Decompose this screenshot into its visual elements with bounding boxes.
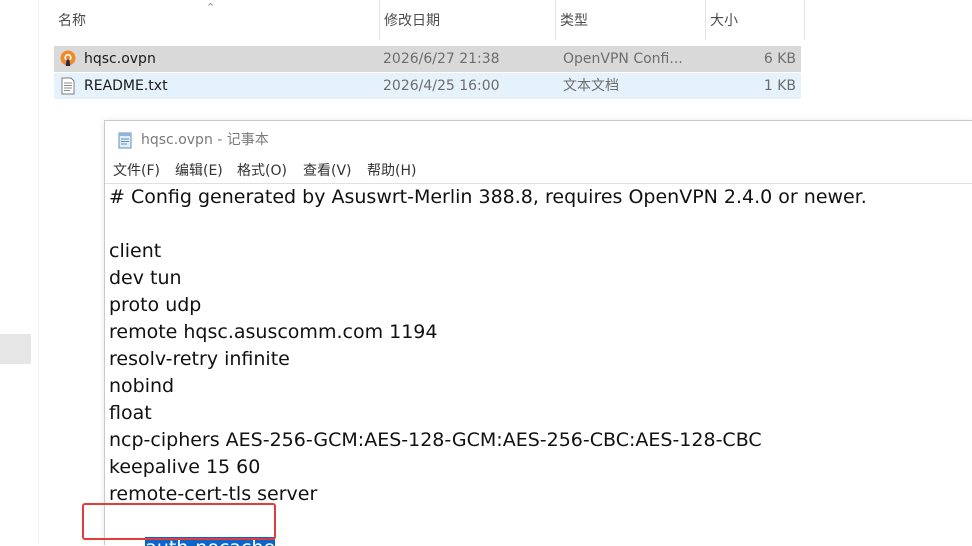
notepad-titlebar[interactable]: hqsc.ovpn - 记事本 xyxy=(105,121,972,159)
column-header-type[interactable]: 类型 xyxy=(555,0,705,40)
file-name: README.txt xyxy=(84,78,168,94)
notepad-title: hqsc.ovpn - 记事本 xyxy=(141,132,269,148)
text-line: ncp-ciphers AES-256-GCM:AES-128-GCM:AES-… xyxy=(109,429,762,451)
text-line: dev tun xyxy=(109,267,182,289)
menu-view[interactable]: 查看(V) xyxy=(301,159,354,183)
notepad-icon xyxy=(118,132,132,149)
text-line: nobind xyxy=(109,375,175,397)
menu-format[interactable]: 格式(O) xyxy=(235,159,289,183)
file-row-hqsc-ovpn[interactable]: hqsc.ovpn 2026/6/27 21:38 OpenVPN Confi.… xyxy=(54,46,801,72)
text-line: remote hqsc.asuscomm.com 1194 xyxy=(109,321,438,343)
sort-ascending-icon: ⌃ xyxy=(206,1,216,14)
notepad-text-area[interactable]: # Config generated by Asuswrt-Merlin 388… xyxy=(105,183,972,546)
openvpn-icon xyxy=(60,50,76,66)
navigation-scrollbar-thumb[interactable] xyxy=(0,334,31,364)
notepad-window[interactable]: hqsc.ovpn - 记事本 文件(F) 编辑(E) 格式(O) 查看(V) … xyxy=(104,120,972,546)
column-header-size-label: 大小 xyxy=(710,13,738,29)
text-file-icon xyxy=(61,77,75,95)
file-size: 1 KB xyxy=(763,78,796,94)
annotation-highlight-box xyxy=(82,503,276,540)
text-line: # Config generated by Asuswrt-Merlin 388… xyxy=(109,186,867,208)
file-modified: 2026/4/25 16:00 xyxy=(383,78,500,94)
menu-file[interactable]: 文件(F) xyxy=(111,159,162,183)
column-header-size[interactable]: 大小 xyxy=(705,0,805,40)
text-line: client xyxy=(109,240,162,262)
column-header-name[interactable]: 名称 xyxy=(54,0,379,40)
file-row-readme-txt[interactable]: README.txt 2026/4/25 16:00 文本文档 1 KB xyxy=(54,73,801,99)
menu-edit[interactable]: 编辑(E) xyxy=(173,159,225,183)
text-line: keepalive 15 60 xyxy=(109,456,261,478)
text-line: proto udp xyxy=(109,294,202,316)
column-header-row: 名称 ⌃ 修改日期 类型 大小 xyxy=(54,0,806,40)
text-line: float xyxy=(109,402,152,424)
notepad-menubar: 文件(F) 编辑(E) 格式(O) 查看(V) 帮助(H) xyxy=(105,159,972,183)
column-header-modified-label: 修改日期 xyxy=(384,13,440,29)
file-modified: 2026/6/27 21:38 xyxy=(383,51,500,67)
menu-help[interactable]: 帮助(H) xyxy=(365,159,418,183)
file-type: OpenVPN Confi... xyxy=(563,51,683,67)
file-name: hqsc.ovpn xyxy=(84,51,156,67)
navigation-pane-edge xyxy=(0,0,39,544)
column-header-modified[interactable]: 修改日期 xyxy=(379,0,555,40)
column-header-type-label: 类型 xyxy=(560,13,588,29)
file-size: 6 KB xyxy=(763,51,796,67)
column-header-name-label: 名称 xyxy=(58,13,86,29)
text-line: resolv-retry infinite xyxy=(109,348,290,370)
file-type: 文本文档 xyxy=(563,78,619,94)
